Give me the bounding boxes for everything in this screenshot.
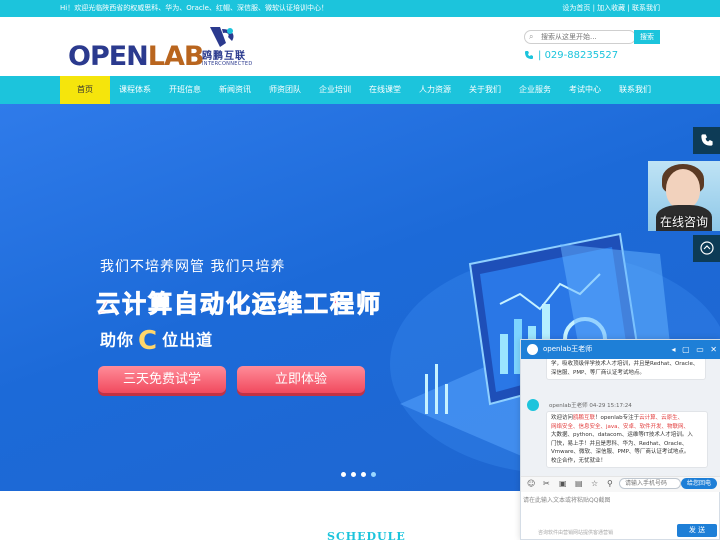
online-consult-label: 在线咨询 [659,215,708,229]
carousel-dot[interactable] [341,472,346,477]
logo-open-text: OPEN [68,41,149,72]
send-button[interactable]: 发 送 [677,524,717,537]
back-to-top-button[interactable] [693,235,720,262]
chat-message-line: Vmware、微软、深信服、PMP、等厂商认证考试地点。 [551,449,690,455]
online-consult-widget[interactable]: 在线咨询 [648,161,720,231]
chat-message: 欢迎访问鸥鹏互联！openlab专注于云计算、云原生、 网络安全、信息安全、ja… [546,411,708,468]
pin-icon[interactable]: ⚲ [607,479,613,488]
search-input[interactable] [541,32,633,42]
emoji-icon[interactable]: ☺ [527,479,535,488]
file-icon[interactable]: ▤ [575,479,583,488]
chat-title: openlab王老师 [543,345,593,353]
chat-message: 学，吸收顶级伴学技术人才培训，并且是Redhat、Oracle、 深信服、PMP… [546,359,706,380]
chat-message-line: 网络安全、信息安全、java、安卓、软件开发、物联网、 [551,423,690,430]
nav-classes[interactable]: 开班信息 [160,76,210,104]
search-box: ⌕ [524,30,636,44]
nav-about[interactable]: 关于我们 [460,76,510,104]
banner-title: 云计算自动化运维工程师 [96,290,382,319]
logo-mark-icon [210,27,234,47]
welcome-text: Hi！欢迎光临陕西省的权威思科、华为、Oracle、红帽、深信服、微软认证培训中… [60,4,328,12]
chat-window-controls[interactable]: ◂ ▢ ▭ ✕ [672,340,719,359]
chat-message-line: 深信服、PMP、等厂商认证考试地点。 [551,369,645,376]
nav-online-class[interactable]: 在线课堂 [360,76,410,104]
phone-icon [525,51,533,59]
main-nav: 首页 课程体系 开班信息 新闻资讯 师资团队 企业培训 在线课堂 人力资源 关于… [0,76,720,104]
back-to-top-icon [699,241,714,255]
chat-message-line: 校企合作，无忧就业！ [551,457,607,464]
nav-teachers[interactable]: 师资团队 [260,76,310,104]
banner-sub-c: C [138,326,159,356]
star-icon[interactable]: ☆ [591,479,598,488]
agent-avatar [527,399,539,411]
chat-window[interactable]: openlab王老师 ◂ ▢ ▭ ✕ 学，吸收顶级伴学技术人才培训，并且是Red… [520,339,720,540]
nav-hr[interactable]: 人力资源 [410,76,460,104]
callback-button[interactable]: 给您回电 [681,478,717,489]
chat-message-meta: openlab王老师 04-29 15:17:24 [549,403,632,409]
top-bar: Hi！欢迎光临陕西省的权威思科、华为、Oracle、红帽、深信服、微软认证培训中… [0,0,720,17]
free-trial-button[interactable]: 三天免费试学 [98,366,226,393]
schedule-heading: SCHEDULE [327,530,406,540]
chat-avatar [527,344,538,355]
carousel-dots [341,470,381,479]
search-button[interactable]: 搜索 [634,30,660,44]
banner-sub-post: 位出道 [162,330,214,350]
banner-tagline: 我们不培养网管 我们只培养 [100,259,286,275]
consultant-face [666,169,700,209]
banner-sub-pre: 助你 [100,330,135,350]
logo-lab-text: LAB [147,41,205,72]
phone-icon [700,134,713,146]
banner-subtitle: 助你 C 位出道 [100,326,213,356]
phone-number: | 029-88235527 [524,50,618,61]
chat-message-line: 学，吸收顶级伴学技术人才培训，并且是Redhat、Oracle、 [551,361,699,367]
carousel-dot[interactable] [361,472,366,477]
chat-messages: 学，吸收顶级伴学技术人才培训，并且是Redhat、Oracle、 深信服、PMP… [521,359,720,476]
carousel-dot[interactable] [351,472,356,477]
logo-english-name: INTERCONNECTED [202,61,253,67]
chat-message-line: 门快，易上手！并且是思科、华为、Redhat、Oracle、 [551,440,688,447]
phone-text: 029-88235527 [544,50,619,61]
chat-message-line: 欢迎访问鸥鹏互联！openlab专注于云计算、云原生、 [551,415,684,421]
nav-exam-center[interactable]: 考试中心 [560,76,610,104]
nav-news[interactable]: 新闻资讯 [210,76,260,104]
search-icon: ⌕ [529,32,534,41]
nav-enterprise-training[interactable]: 企业培训 [310,76,360,104]
carousel-dot-active[interactable] [371,472,376,477]
chat-message-line: 大数据、python、datacom、运维等IT技术人才培训。入 [551,432,693,438]
nav-contact[interactable]: 联系我们 [610,76,660,104]
logo-openlab[interactable]: OPENLAB [68,41,205,72]
image-icon[interactable]: ▣ [559,479,567,488]
nav-courses[interactable]: 课程体系 [110,76,160,104]
logo-chinese-name: 鸥鹏互联 [202,51,246,62]
chat-input[interactable]: 请在此输入文本或将粘贴QQ截图 [521,492,720,526]
side-phone-button[interactable] [693,127,720,154]
top-links[interactable]: 设为首页 | 加入收藏 | 联系我们 [562,0,660,17]
callback-phone-input[interactable]: 请输入手机号码 [619,478,681,489]
chat-header[interactable]: openlab王老师 ◂ ▢ ▭ ✕ [521,340,720,359]
screenshot-icon[interactable]: ✂ [543,479,550,488]
header: OPENLAB 鸥鹏互联 INTERCONNECTED ⌕ 搜索 | 029-8… [0,17,720,76]
nav-enterprise-service[interactable]: 企业服务 [510,76,560,104]
nav-home[interactable]: 首页 [60,76,110,104]
experience-button[interactable]: 立即体验 [237,366,365,393]
